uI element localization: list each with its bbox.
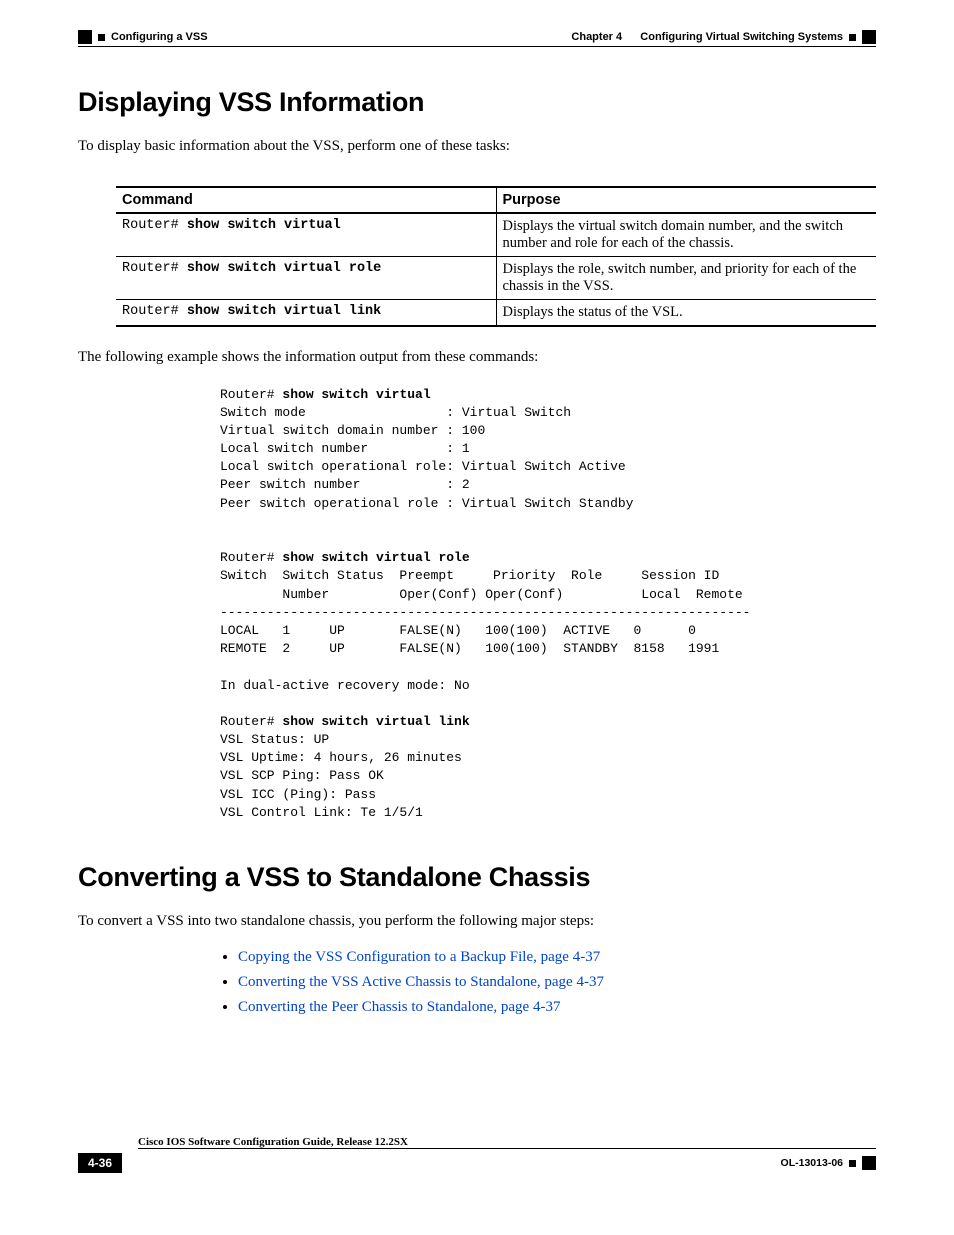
heading-displaying-vss-information: Displaying VSS Information: [78, 87, 876, 118]
table-row: Router# show switch virtual link Display…: [116, 300, 876, 327]
page-footer: Cisco IOS Software Configuration Guide, …: [78, 1146, 876, 1173]
table-head-purpose: Purpose: [496, 187, 876, 213]
cli-output-1: Router# show switch virtual Switch mode …: [220, 386, 876, 823]
header-decor-block-small-r: [849, 34, 856, 41]
header-section: Configuring a VSS: [111, 31, 208, 43]
cmd-prompt: Router#: [122, 261, 187, 276]
table-row: Router# show switch virtual role Display…: [116, 257, 876, 300]
header-rule: [78, 46, 876, 47]
cmd-purpose: Displays the virtual switch domain numbe…: [496, 213, 876, 257]
xref-link[interactable]: Copying the VSS Configuration to a Backu…: [238, 949, 600, 965]
xref-link[interactable]: Converting the VSS Active Chassis to Sta…: [238, 974, 604, 990]
table-row: Router# show switch virtual Displays the…: [116, 213, 876, 257]
footer-guide-title: Cisco IOS Software Configuration Guide, …: [138, 1136, 876, 1148]
list-item: Converting the Peer Chassis to Standalon…: [238, 999, 876, 1016]
header-decor-block-large-r: [862, 30, 876, 44]
command-table: Command Purpose Router# show switch virt…: [116, 186, 876, 327]
example-intro: The following example shows the informat…: [78, 347, 876, 367]
cmd-purpose: Displays the status of the VSL.: [496, 300, 876, 327]
heading-converting-vss-to-standalone: Converting a VSS to Standalone Chassis: [78, 862, 876, 893]
list-item: Copying the VSS Configuration to a Backu…: [238, 949, 876, 966]
footer-doc-id: OL-13013-06: [781, 1157, 843, 1169]
intro-paragraph-b: To convert a VSS into two standalone cha…: [78, 911, 876, 931]
cmd-purpose: Displays the role, switch number, and pr…: [496, 257, 876, 300]
cmd-prompt: Router#: [122, 218, 187, 233]
cmd-text: show switch virtual: [187, 218, 341, 233]
header-decor-block-large: [78, 30, 92, 44]
cmd-text: show switch virtual role: [187, 261, 381, 276]
footer-rule: [138, 1148, 876, 1149]
header-chapter-label: Chapter 4: [571, 31, 622, 43]
footer-decor-block-small: [849, 1160, 856, 1167]
footer-decor-block-large: [862, 1156, 876, 1170]
list-item: Converting the VSS Active Chassis to Sta…: [238, 974, 876, 991]
cmd-prompt: Router#: [122, 304, 187, 319]
intro-paragraph-a: To display basic information about the V…: [78, 136, 876, 156]
running-header: Configuring a VSS Chapter 4 Configuring …: [78, 30, 876, 44]
header-chapter-title: Configuring Virtual Switching Systems: [640, 31, 843, 43]
table-head-command: Command: [116, 187, 496, 213]
steps-list: Copying the VSS Configuration to a Backu…: [220, 949, 876, 1016]
header-decor-block-small: [98, 34, 105, 41]
xref-link[interactable]: Converting the Peer Chassis to Standalon…: [238, 999, 560, 1015]
cmd-text: show switch virtual link: [187, 304, 381, 319]
page-number-badge: 4-36: [78, 1153, 122, 1173]
